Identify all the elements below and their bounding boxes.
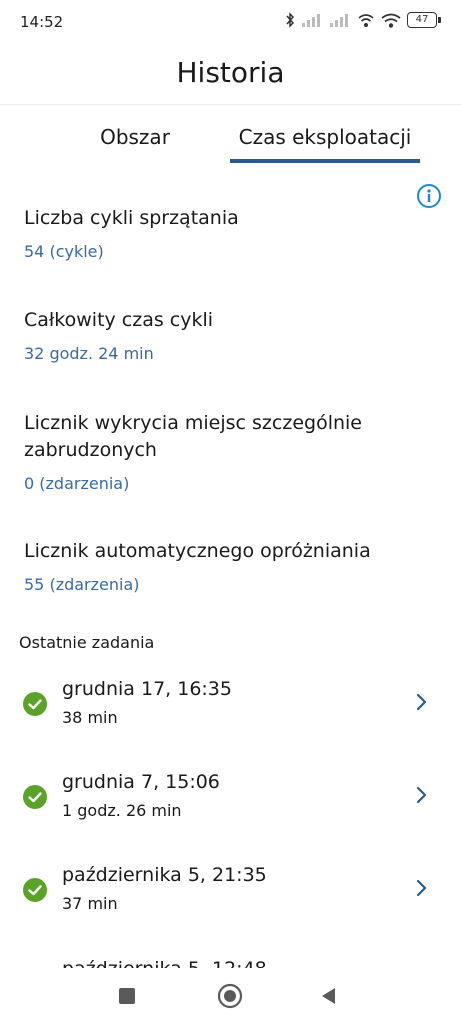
task-list-item[interactable]: grudnia 7, 15:06 1 godz. 26 min: [0, 765, 461, 855]
check-circle-icon: [23, 692, 47, 716]
stat-label: Liczba cykli sprzątania: [24, 207, 239, 229]
status-time: 14:52: [20, 13, 64, 31]
page-title: Historia: [176, 56, 285, 89]
stat-auto-empty: Licznik automatycznego opróżniania 55 (z…: [24, 538, 424, 594]
tab-operating-time[interactable]: Czas eksploatacji: [230, 104, 420, 166]
task-date: grudnia 17, 16:35: [62, 678, 232, 700]
task-date: grudnia 7, 15:06: [62, 771, 220, 793]
stat-label: Całkowity czas cykli: [24, 309, 214, 331]
recents-button[interactable]: [119, 988, 135, 1004]
tab-selected-indicator: [230, 159, 420, 163]
stat-total-cycle-time: Całkowity czas cykli 32 godz. 24 min: [24, 307, 424, 363]
tab-bar: Obszar Czas eksploatacji: [0, 104, 461, 166]
back-button[interactable]: [320, 987, 338, 1005]
stat-cleaning-cycles: Liczba cykli sprzątania 54 (cykle): [24, 205, 424, 261]
task-list-item[interactable]: października 5, 21:35 37 min: [0, 858, 461, 948]
check-circle-icon: [23, 878, 47, 902]
bluetooth-icon: [286, 12, 295, 28]
task-duration: 37 min: [62, 894, 118, 913]
signal-icon: [302, 14, 320, 27]
stat-label: Licznik automatycznego opróżniania: [24, 540, 371, 562]
stat-value: 32 godz. 24 min: [24, 344, 154, 363]
wifi-icon: [381, 13, 401, 28]
chevron-right-icon: [416, 879, 427, 897]
tab-area[interactable]: Obszar: [70, 104, 200, 166]
check-circle-icon: [23, 785, 47, 809]
wifi-icon: [358, 14, 374, 27]
battery-icon: 47: [407, 12, 441, 28]
status-icons: 47: [285, 12, 441, 28]
stat-value: 55 (zdarzenia): [24, 575, 140, 594]
system-nav-bar: [0, 968, 461, 1024]
task-date: października 5, 21:35: [62, 864, 267, 886]
stat-value: 54 (cykle): [24, 242, 104, 261]
home-button[interactable]: [217, 983, 243, 1009]
task-list-item[interactable]: grudnia 17, 16:35 38 min: [0, 672, 461, 762]
chevron-right-icon: [416, 786, 427, 804]
recent-tasks-title: Ostatnie zadania: [19, 633, 155, 652]
stat-dirt-detection: Licznik wykrycia miejsc szczególnie zabr…: [24, 410, 424, 493]
task-duration: 38 min: [62, 708, 118, 727]
chevron-right-icon: [416, 693, 427, 711]
stat-label: Licznik wykrycia miejsc szczególnie zabr…: [24, 412, 362, 461]
task-list-item-partial[interactable]: października 5, 12:48: [62, 955, 362, 969]
stat-value: 0 (zdarzenia): [24, 474, 130, 493]
status-bar: 14:52 47: [0, 0, 461, 44]
signal-icon: [330, 14, 348, 27]
task-duration: 1 godz. 26 min: [62, 801, 182, 820]
